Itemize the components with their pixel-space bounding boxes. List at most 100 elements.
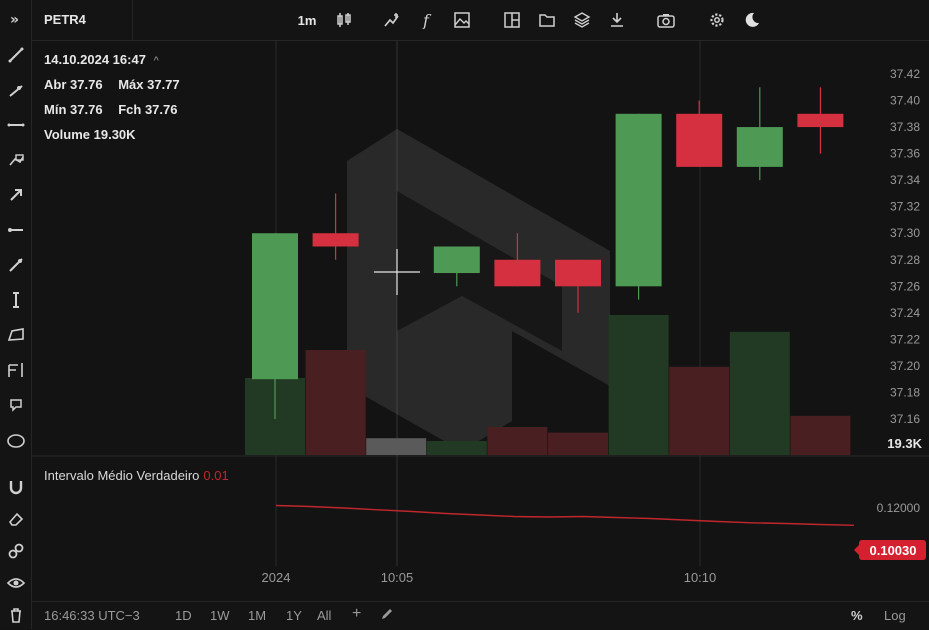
top-toolbar: PETR4 1m f <box>32 0 929 41</box>
legend-datetime: 14.10.2024 16:47 ^ <box>44 52 159 67</box>
legend-close-label: Fch <box>118 102 142 117</box>
symbol-label[interactable]: PETR4 <box>44 12 86 27</box>
legend-open-label: Abr <box>44 77 67 92</box>
time-tick-label: 2024 <box>262 570 291 585</box>
volume-bar <box>426 441 487 455</box>
candle-body <box>736 127 783 167</box>
eye-icon[interactable] <box>0 568 31 598</box>
ellipse-icon[interactable] <box>0 426 31 456</box>
bottom-bar: 16:46:33 UTC−3 1D 1W 1M 1Y All + % Log <box>32 601 929 630</box>
range-1w[interactable]: 1W <box>210 608 230 623</box>
svg-text:»: » <box>10 12 19 26</box>
legend-high: 37.77 <box>147 77 180 92</box>
atr-indicator-title[interactable]: Intervalo Médio Verdadeiro 0.01 <box>44 468 229 483</box>
range-all[interactable]: All <box>317 608 331 623</box>
arrow-icon[interactable] <box>0 180 31 210</box>
candle-body <box>494 259 541 287</box>
legend-close: 37.76 <box>144 102 178 117</box>
volume-bar <box>729 331 790 455</box>
drawing-sidebar: » <box>0 0 32 629</box>
legend-open: 37.76 <box>70 77 103 92</box>
volume-bar <box>366 438 427 455</box>
candle-body <box>555 259 601 287</box>
range-1m[interactable]: 1M <box>248 608 266 623</box>
price-tick-label: 37.32 <box>890 200 920 214</box>
candle-body <box>252 233 298 380</box>
volume-bar <box>487 427 548 455</box>
price-tick-label: 37.16 <box>890 412 920 426</box>
atr-last-value: 0.10030 <box>870 543 917 558</box>
folder-icon[interactable] <box>535 8 559 32</box>
legend-low-label: Mín <box>44 102 67 117</box>
time-tick-label: 10:10 <box>684 570 717 585</box>
price-tick-label: 37.36 <box>890 147 920 161</box>
range-1y[interactable]: 1Y <box>286 608 302 623</box>
volume-bar <box>790 415 851 455</box>
pencil-icon[interactable] <box>380 607 394 624</box>
price-tick-label: 37.40 <box>890 94 920 108</box>
clock: 16:46:33 UTC−3 <box>44 608 140 623</box>
volume-bar <box>305 350 366 455</box>
indicator-icon[interactable] <box>380 8 404 32</box>
candle-body <box>433 246 480 274</box>
horizontal-ray-icon[interactable] <box>0 215 31 245</box>
price-tick-label: 37.38 <box>890 120 920 134</box>
legend-high-label: Máx <box>118 77 144 92</box>
volume-bar <box>669 366 730 455</box>
legend-low: 37.76 <box>70 102 103 117</box>
watermark-logo <box>347 129 610 451</box>
candle-body <box>615 113 662 287</box>
toolbar-divider <box>132 0 133 40</box>
fib-icon[interactable] <box>0 355 31 385</box>
legend-ohlc-row2: Mín 37.76 Fch 37.76 <box>44 102 177 117</box>
price-chart[interactable]: 37.42 37.40 37.38 37.36 37.34 37.32 37.30 37.28… <box>32 41 929 601</box>
legend-volume-row: Volume 19.30K <box>44 127 136 142</box>
volume-bar <box>548 432 608 455</box>
legend-volume: 19.30K <box>93 127 136 142</box>
image-icon[interactable] <box>450 8 474 32</box>
moon-icon[interactable] <box>740 8 764 32</box>
brush-icon[interactable] <box>0 145 31 175</box>
parallelogram-icon[interactable] <box>0 320 31 350</box>
price-tick-label: 37.28 <box>890 253 920 267</box>
price-tick-label: 37.22 <box>890 332 920 346</box>
horizontal-line-icon[interactable] <box>0 110 31 140</box>
callout-icon[interactable] <box>0 390 31 420</box>
trend-line-icon[interactable] <box>0 40 31 70</box>
legend-date: 14.10.2024 16:47 <box>44 52 146 67</box>
legend-ohlc-row1: Abr 37.76 Máx 37.77 <box>44 77 180 92</box>
add-range-button[interactable]: + <box>352 605 361 623</box>
camera-icon[interactable] <box>654 8 678 32</box>
extended-line-icon[interactable] <box>0 250 31 280</box>
atr-name: Intervalo Médio Verdadeiro <box>44 468 200 483</box>
candle-body <box>676 113 723 167</box>
ray-icon[interactable] <box>0 75 31 105</box>
download-icon[interactable] <box>605 8 629 32</box>
eraser-icon[interactable] <box>0 504 31 534</box>
interval-button[interactable]: 1m <box>294 8 320 32</box>
legend-collapse-icon[interactable]: ^ <box>154 55 159 67</box>
candle-body <box>312 233 359 247</box>
candle-body <box>797 113 844 128</box>
price-tick-label: 37.34 <box>890 173 920 187</box>
gear-icon[interactable] <box>705 8 729 32</box>
log-toggle[interactable]: Log <box>884 608 906 623</box>
layout-icon[interactable] <box>500 8 524 32</box>
trash-icon[interactable] <box>0 600 31 630</box>
range-1d[interactable]: 1D <box>175 608 192 623</box>
link-icon[interactable] <box>0 536 31 566</box>
legend-volume-label: Volume <box>44 127 90 142</box>
time-tick-label: 10:05 <box>381 570 414 585</box>
price-tick-label: 37.26 <box>890 279 920 293</box>
layers-icon[interactable] <box>570 8 594 32</box>
candles-icon[interactable] <box>332 8 356 32</box>
function-icon[interactable]: f <box>417 8 441 32</box>
atr-value: 0.01 <box>203 468 229 483</box>
price-tick-label: 37.20 <box>890 359 920 373</box>
price-tick-label: 37.24 <box>890 306 920 320</box>
magnet-icon[interactable] <box>0 472 31 502</box>
vertical-range-icon[interactable] <box>0 285 31 315</box>
time-axis: 2024 10:05 10:10 <box>262 570 717 585</box>
percent-toggle[interactable]: % <box>851 608 863 623</box>
expand-icon[interactable]: » <box>0 4 31 34</box>
